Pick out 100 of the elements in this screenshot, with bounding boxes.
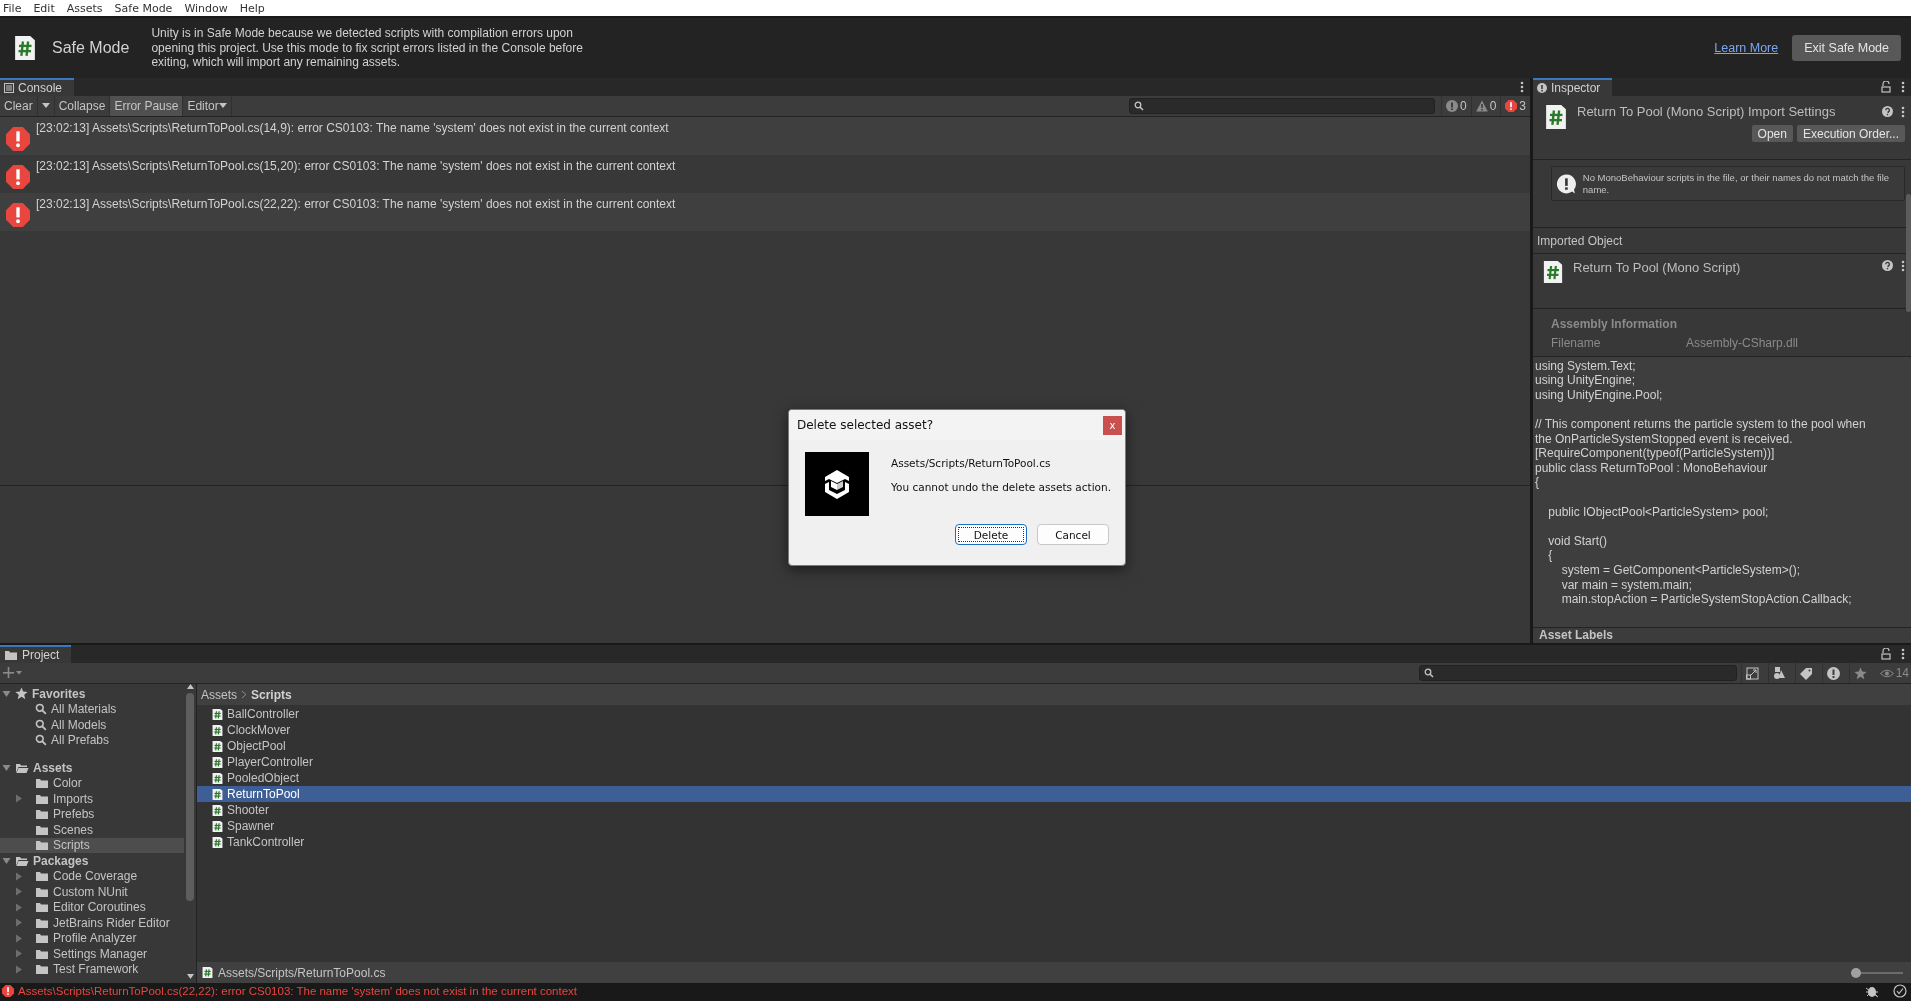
delete-button[interactable]: Delete <box>955 524 1027 545</box>
expanded-arrow-icon[interactable] <box>2 689 11 699</box>
tree-item[interactable]: JetBrains Rider Editor <box>0 915 184 931</box>
field-value: Assembly-CSharp.dll <box>1686 335 1799 350</box>
add-menu-icon <box>2 667 22 679</box>
expanded-arrow-icon[interactable] <box>2 856 11 866</box>
collapsed-arrow-icon[interactable] <box>14 794 23 804</box>
expanded-arrow-icon[interactable] <box>2 763 11 773</box>
message-count: 3 <box>1519 99 1526 113</box>
tag-icon[interactable] <box>1800 666 1814 680</box>
script-file-icon <box>211 835 224 849</box>
search-icon <box>35 718 47 731</box>
tree-item[interactable]: Test Framework <box>0 961 184 977</box>
menu-item[interactable]: Window <box>180 1 236 15</box>
tree-item[interactable]: Assets <box>0 760 184 776</box>
asset-path: Assets/Scripts/ReturnToPool.cs <box>891 457 1052 469</box>
search-icon <box>1423 668 1434 678</box>
breadcrumb-item[interactable]: Assets <box>201 687 237 702</box>
tree-item[interactable]: Editor Coroutines <box>0 899 184 915</box>
close-button[interactable]: x <box>1103 415 1122 435</box>
search-field[interactable] <box>1418 665 1737 681</box>
learn-more-link[interactable]: Learn More <box>1714 41 1779 55</box>
collapsed-arrow-icon[interactable] <box>14 918 23 928</box>
banner-title: Safe Mode <box>52 39 130 57</box>
asset-row[interactable]: Shooter <box>197 802 1911 818</box>
code-preview: using System.Text; using UnityEngine; using UnityEngine.Pool; // This component returns the particle system to the pool when the OnParticleSystemStopped event is received. [RequireComponent(typeof(ParticleSystem))] public class ReturnToPool : MonoBehaviour { public IObjectPool<ParticleSystem> pool; void Start() { system = GetComponent<ParticleSystem>(); var main = system.main; main.stopAction = ParticleSystemStopAction.Callback; <box>1533 356 1911 627</box>
clear-button[interactable]: Clear <box>0 96 38 116</box>
tree-item[interactable]: Custom NUnit <box>0 884 184 900</box>
search-field[interactable] <box>1128 98 1435 114</box>
script-file-icon <box>1541 260 1565 285</box>
alert-icon[interactable] <box>1827 666 1841 680</box>
dialog-message: You cannot undo the delete assets action. <box>891 481 1111 493</box>
tree-item[interactable]: Scripts <box>0 837 184 853</box>
tree-item[interactable]: Packages <box>0 853 184 869</box>
bug-icon[interactable] <box>1865 984 1879 998</box>
error-pause-toggle[interactable]: Error Pause <box>110 96 184 116</box>
menu-item[interactable]: Assets <box>62 1 111 15</box>
panel-tab[interactable]: Project <box>0 645 72 663</box>
script-file-icon <box>211 819 224 833</box>
inspector-title: Return To Pool (Mono Script) Import Settings <box>1577 104 1837 119</box>
collapsed-arrow-icon[interactable] <box>14 887 23 897</box>
console-message[interactable]: [23:02:13] Assets\Scripts\ReturnToPool.cs(15,20): error CS0103: The name 'system' does not exist in the current context <box>0 155 1530 193</box>
exit-safe-mode-button[interactable]: Exit Safe Mode <box>1792 35 1901 61</box>
panel-tab[interactable]: Inspector <box>1533 78 1613 96</box>
search-icon <box>1133 101 1144 111</box>
star-icon[interactable] <box>1854 666 1868 680</box>
asset-row[interactable]: TankController <box>197 834 1911 850</box>
star-icon <box>15 687 28 701</box>
slider-thumb[interactable] <box>1851 967 1861 978</box>
folder-icon <box>35 885 49 898</box>
inspector-button[interactable]: Execution Order... <box>1796 125 1905 142</box>
script-file-icon <box>201 966 214 979</box>
collapsed-arrow-icon[interactable] <box>14 964 23 974</box>
tree-item[interactable]: Profile Analyzer <box>0 930 184 946</box>
menu-item[interactable]: Help <box>235 1 273 15</box>
console-message[interactable]: [23:02:13] Assets\Scripts\ReturnToPool.cs(22,22): error CS0103: The name 'system' does not exist in the current context <box>0 193 1530 231</box>
breadcrumb-item[interactable]: Scripts <box>251 687 292 702</box>
shapes-icon[interactable] <box>1773 666 1787 680</box>
tree-item[interactable]: Prefebs <box>0 806 184 822</box>
console-message[interactable]: [23:02:13] Assets\Scripts\ReturnToPool.cs(14,9): error CS0103: The name 'system' does not exist in the current context <box>0 117 1530 155</box>
tree-item[interactable]: All Prefabs <box>0 732 184 748</box>
editor-dropdown[interactable]: Editor <box>183 96 232 116</box>
asset-row[interactable]: Spawner <box>197 818 1911 834</box>
caret-icon <box>218 103 227 109</box>
open-window-icon[interactable] <box>1746 666 1760 680</box>
inspector-button[interactable]: Open <box>1751 125 1793 142</box>
message-text: [23:02:13] Assets\Scripts\ReturnToPool.cs(14,9): error CS0103: The name 'system' does not exist in the current context <box>36 121 669 135</box>
folder-icon <box>35 963 49 976</box>
asset-row[interactable]: ObjectPool <box>197 738 1911 754</box>
warning-icon <box>1475 100 1488 112</box>
menu-item[interactable]: Safe Mode <box>110 1 181 15</box>
tree-item[interactable]: Code Coverage <box>0 868 184 884</box>
collapsed-arrow-icon[interactable] <box>14 933 23 943</box>
asset-row[interactable]: ClockMover <box>197 722 1911 738</box>
panel-tab[interactable]: Console <box>0 78 75 96</box>
asset-row[interactable]: BallController <box>197 706 1911 722</box>
tree-item[interactable]: Settings Manager <box>0 946 184 962</box>
tree-item[interactable]: All Models <box>0 717 184 733</box>
menu-item[interactable]: Edit <box>29 1 63 15</box>
collapsed-arrow-icon[interactable] <box>14 871 23 881</box>
folder-icon <box>35 932 49 945</box>
alert-bubble-icon <box>1556 172 1577 195</box>
tree-item[interactable]: Color <box>0 775 184 791</box>
tree-item[interactable]: All Materials <box>0 701 184 717</box>
tree-item[interactable]: Favorites <box>0 686 184 702</box>
asset-row[interactable]: ReturnToPool <box>197 786 1911 802</box>
message-text: [23:02:13] Assets\Scripts\ReturnToPool.cs(22,22): error CS0103: The name 'system' does not exist in the current context <box>36 197 676 211</box>
warning-text: No MonoBehaviour scripts in the file, or their names do not match the file name. <box>1582 171 1891 196</box>
check-circle-icon[interactable] <box>1893 984 1907 998</box>
menu-item[interactable]: File <box>0 1 30 15</box>
banner-message: Unity is in Safe Mode because we detected scripts with compilation errors upon opening this project. Use this mode to fix script errors listed in the Console before exiting, which will import any remaining assets. <box>151 26 584 70</box>
cancel-button[interactable]: Cancel <box>1037 524 1109 545</box>
section-heading: Assembly Information <box>1551 316 1679 331</box>
collapsed-arrow-icon[interactable] <box>14 949 23 959</box>
more-options-icon <box>1901 105 1905 118</box>
asset-row[interactable]: PlayerController <box>197 754 1911 770</box>
collapsed-arrow-icon[interactable] <box>14 902 23 912</box>
tree-item[interactable]: Scenes <box>0 822 184 838</box>
tree-item[interactable]: Imports <box>0 791 184 807</box>
asset-row[interactable]: PooledObject <box>197 770 1911 786</box>
